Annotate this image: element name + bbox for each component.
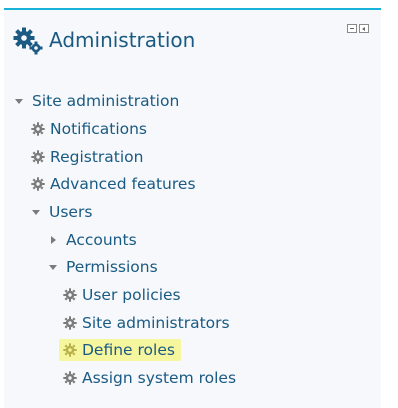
caret-down-icon[interactable]: [48, 261, 60, 273]
gear-icon: [63, 371, 77, 385]
tree-item-users[interactable]: Users: [31, 201, 92, 223]
tree-item-registration[interactable]: Registration: [31, 146, 143, 168]
gears-icon: [13, 27, 43, 55]
tree-item-label: Advanced features: [50, 175, 196, 193]
gear-icon: [31, 177, 45, 191]
caret-down-icon[interactable]: [31, 206, 43, 218]
caret-right-icon[interactable]: [48, 234, 60, 246]
tree-item-label: Site administration: [32, 92, 180, 110]
caret-down-icon[interactable]: [14, 95, 26, 107]
hide-block-icon[interactable]: [347, 24, 357, 33]
block-header: Administration: [13, 24, 195, 56]
gear-icon: [63, 316, 77, 330]
tree-item-label: Site administrators: [82, 314, 230, 332]
tree-item-user-policies[interactable]: User policies: [63, 284, 181, 306]
tree-item-label: User policies: [82, 286, 181, 304]
gear-icon: [63, 343, 77, 357]
gear-icon: [63, 288, 77, 302]
tree-item-label: Assign system roles: [82, 369, 237, 387]
tree-item-permissions[interactable]: Permissions: [48, 256, 158, 278]
tree-item-site-administration[interactable]: Site administration: [14, 90, 179, 112]
administration-block: Administration Site administration Notif…: [4, 8, 381, 408]
tree-item-label: Users: [49, 203, 93, 221]
block-controls: [347, 24, 369, 33]
tree-item-label: Registration: [50, 148, 144, 166]
tree-item-accounts[interactable]: Accounts: [48, 229, 137, 251]
dock-block-icon[interactable]: [359, 24, 369, 33]
tree-item-label: Permissions: [66, 258, 158, 276]
gear-icon: [31, 122, 45, 136]
tree-item-define-roles[interactable]: Define roles: [59, 339, 181, 361]
highlight-marker: Define roles: [59, 339, 181, 361]
tree-item-notifications[interactable]: Notifications: [31, 118, 147, 140]
tree-item-assign-system-roles[interactable]: Assign system roles: [63, 367, 236, 389]
tree-item-label: Notifications: [50, 120, 148, 138]
gear-icon: [31, 150, 45, 164]
tree-item-site-administrators[interactable]: Site administrators: [63, 312, 230, 334]
tree-item-label: Accounts: [66, 231, 137, 249]
tree-item-advanced-features[interactable]: Advanced features: [31, 173, 196, 195]
tree-item-label: Define roles: [82, 341, 175, 359]
block-title: Administration: [49, 28, 196, 52]
